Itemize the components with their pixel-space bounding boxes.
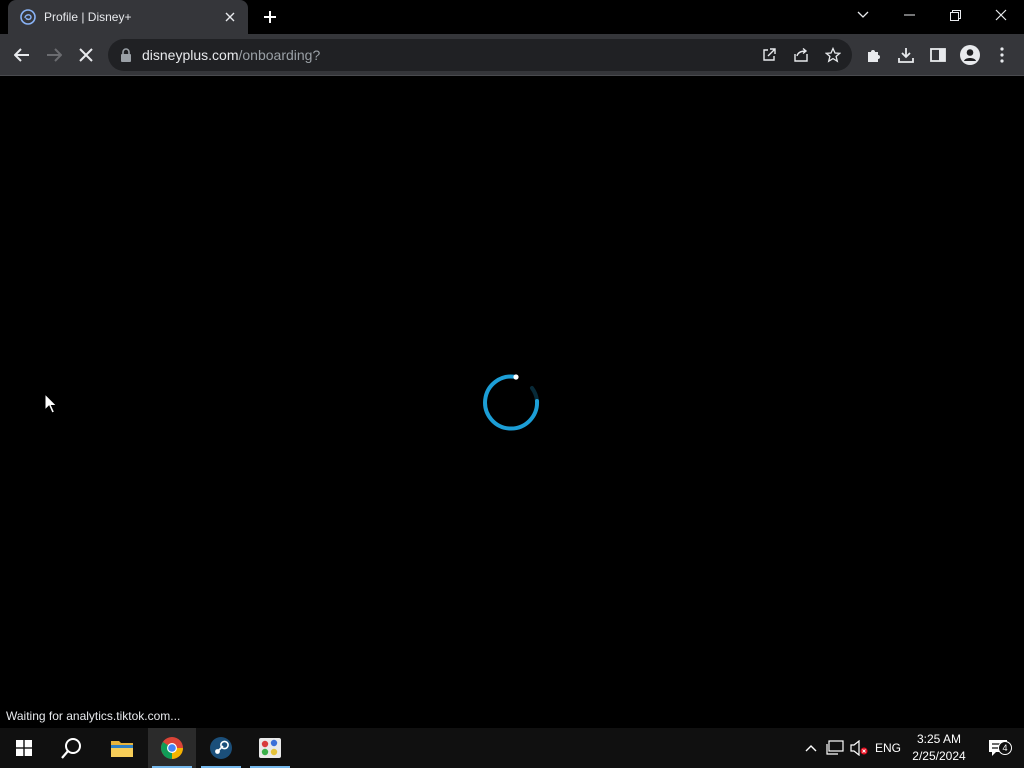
open-in-app-button[interactable] <box>758 44 780 66</box>
show-hidden-icons-button[interactable] <box>800 728 822 768</box>
close-icon <box>995 9 1007 21</box>
side-panel-button[interactable] <box>922 39 954 71</box>
notification-count-badge: 4 <box>998 741 1012 755</box>
kebab-menu-icon <box>1000 47 1004 63</box>
action-center-button[interactable]: 4 <box>978 728 1018 768</box>
search-icon <box>61 738 81 759</box>
network-icon <box>826 740 844 755</box>
browser-tab[interactable]: Profile | Disney+ <box>8 0 248 34</box>
external-link-icon <box>763 48 776 61</box>
share-icon <box>794 48 808 62</box>
search-button[interactable] <box>48 728 96 768</box>
chrome-button[interactable] <box>148 728 196 768</box>
downloads-button[interactable] <box>890 39 922 71</box>
star-icon <box>825 47 841 63</box>
clock-date: 2/25/2024 <box>912 749 966 763</box>
profile-button[interactable] <box>954 39 986 71</box>
close-window-button[interactable] <box>978 0 1024 30</box>
windows-logo-icon <box>16 740 32 756</box>
file-explorer-button[interactable] <box>98 728 146 768</box>
windows-taskbar: ENG 3:25 AM 2/25/2024 4 <box>0 728 1024 768</box>
browser-toolbar: disneyplus.com/onboarding? <box>0 34 1024 76</box>
steam-icon <box>210 737 232 759</box>
clock-time: 3:25 AM <box>916 732 962 746</box>
start-button[interactable] <box>0 728 48 768</box>
status-bubble: Waiting for analytics.tiktok.com... <box>0 706 187 726</box>
steam-button[interactable] <box>197 728 245 768</box>
back-button[interactable] <box>6 39 38 71</box>
chevron-up-icon <box>805 745 817 752</box>
extensions-button[interactable] <box>858 39 890 71</box>
chrome-icon <box>161 737 183 759</box>
url-path: /onboarding? <box>238 47 321 63</box>
menu-button[interactable] <box>986 39 1018 71</box>
restore-icon <box>949 9 961 21</box>
loading-spinner <box>483 374 540 431</box>
input-language[interactable]: ENG <box>872 728 904 768</box>
chevron-down-icon <box>857 11 869 18</box>
volume-muted-icon <box>850 740 868 756</box>
system-clock[interactable]: 3:25 AM 2/25/2024 <box>906 730 972 766</box>
page-content: Waiting for analytics.tiktok.com... <box>0 77 1024 728</box>
mouse-cursor-icon <box>44 393 58 414</box>
folder-icon <box>111 741 133 757</box>
paint-button[interactable] <box>246 728 294 768</box>
tab-search-button[interactable] <box>840 0 886 30</box>
minimize-button[interactable] <box>886 0 932 30</box>
lock-icon <box>121 48 131 62</box>
address-bar[interactable]: disneyplus.com/onboarding? <box>108 39 852 71</box>
paint-palette-icon <box>259 738 281 758</box>
browser-titlebar: Profile | Disney+ <box>0 0 1024 34</box>
plus-icon <box>264 11 276 23</box>
close-tab-icon[interactable] <box>222 9 238 25</box>
puzzle-icon <box>868 50 880 62</box>
share-button[interactable] <box>790 44 812 66</box>
arrow-left-icon <box>14 48 29 62</box>
avatar-icon <box>960 45 980 65</box>
url-host: disneyplus.com <box>142 47 239 63</box>
restore-button[interactable] <box>932 0 978 30</box>
network-button[interactable] <box>824 728 846 768</box>
new-tab-button[interactable] <box>258 6 282 28</box>
volume-button[interactable] <box>848 728 870 768</box>
disney-plus-icon <box>20 9 36 25</box>
bookmark-button[interactable] <box>822 44 844 66</box>
forward-button[interactable] <box>38 39 70 71</box>
arrow-right-icon <box>47 48 62 62</box>
tab-title: Profile | Disney+ <box>44 10 132 24</box>
close-icon <box>79 48 93 62</box>
download-icon <box>898 48 914 63</box>
side-panel-icon <box>930 48 946 62</box>
minimize-icon <box>903 14 915 16</box>
stop-loading-button[interactable] <box>70 39 102 71</box>
